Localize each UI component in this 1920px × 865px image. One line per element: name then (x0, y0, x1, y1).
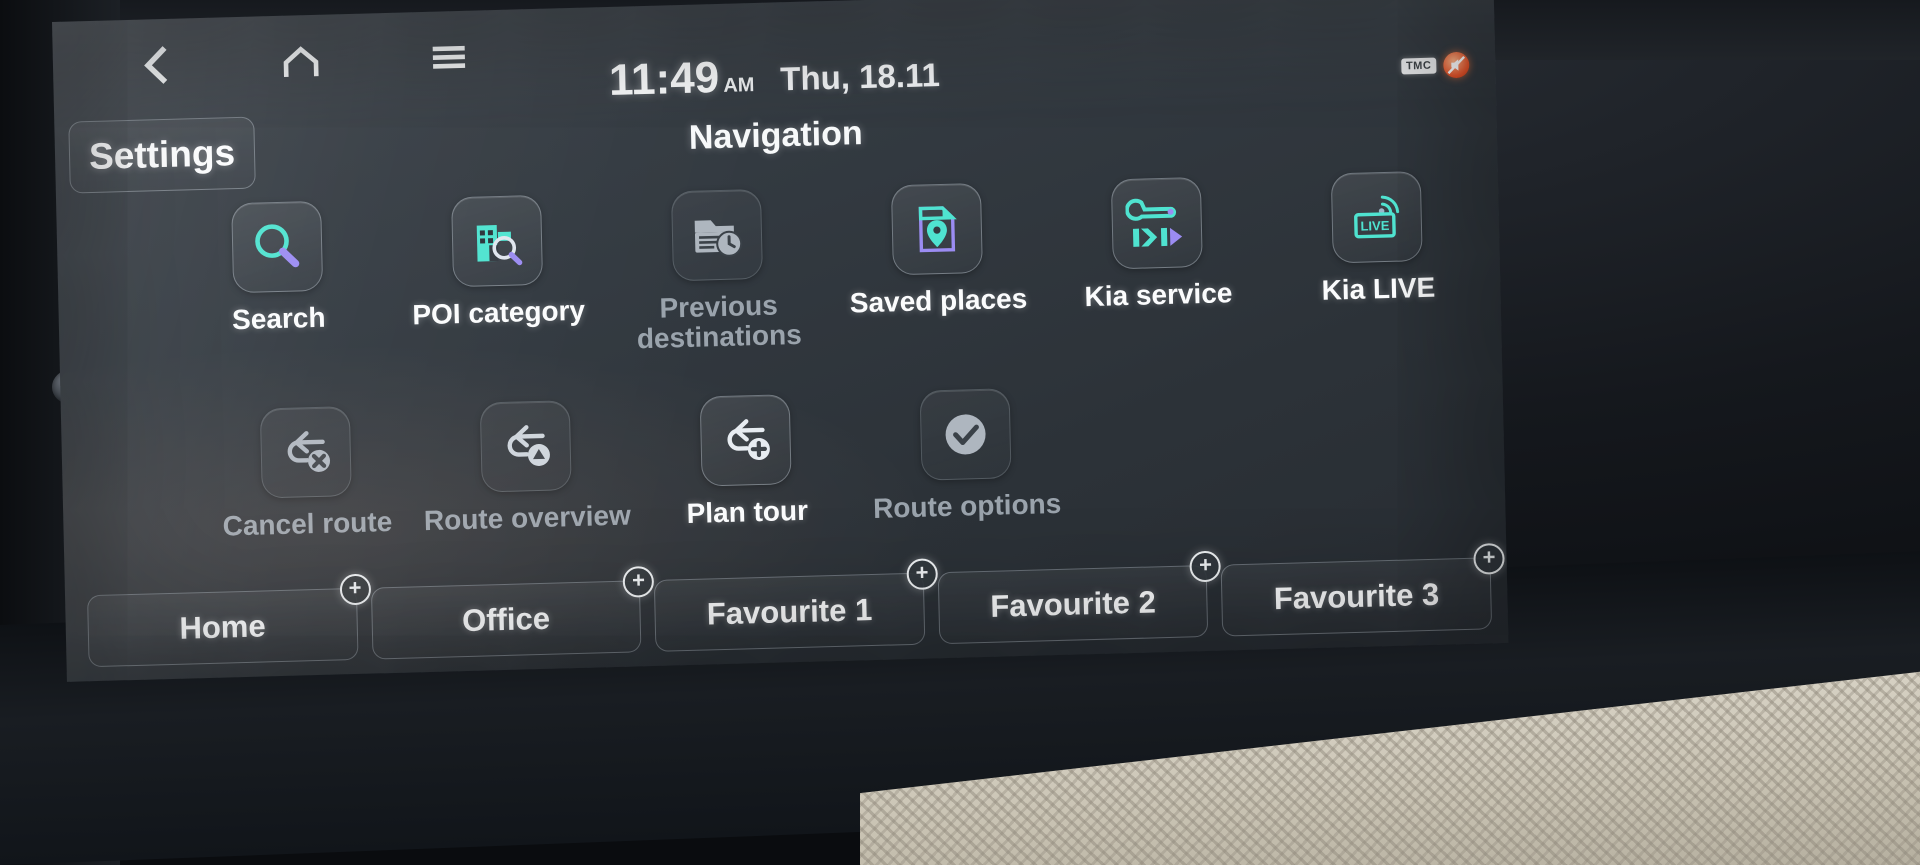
head-unit-screen: 11:49 AM Thu, 18.11 TMC Settings Navigat… (52, 0, 1509, 682)
tile-poi-category[interactable]: POI category (386, 193, 610, 361)
favourite-button-office[interactable]: Office + (370, 565, 655, 660)
poi-building-search-icon (451, 194, 544, 288)
plus-circle-icon[interactable]: + (1189, 550, 1222, 583)
plus-circle-icon[interactable]: + (622, 565, 655, 598)
tile-label: Route options (872, 487, 1062, 524)
home-icon[interactable] (281, 44, 322, 79)
favourite-label: Favourite 2 (989, 584, 1157, 624)
favourite-label: Favourite 3 (1273, 576, 1440, 617)
favourite-button-2[interactable]: Favourite 2 + (937, 550, 1222, 645)
plus-circle-icon[interactable]: + (906, 558, 938, 591)
route-overview-icon (479, 400, 572, 493)
nav-grid-row-1: Search POI category Previous destination… (166, 169, 1489, 367)
tile-label: Kia service (1084, 277, 1233, 313)
plan-tour-icon (699, 394, 792, 487)
tile-label: Cancel route (222, 505, 393, 542)
tile-label: Kia LIVE (1321, 271, 1436, 306)
favourite-button-home[interactable]: Home + (87, 573, 371, 668)
tile-label: Route overview (423, 499, 632, 537)
tile-cancel-route[interactable]: Cancel route (195, 404, 418, 542)
tile-label: Previous destinations (636, 289, 803, 355)
tile-label: POI category (412, 294, 586, 331)
tile-previous-destinations[interactable]: Previous destinations (606, 187, 830, 355)
route-options-check-icon (919, 388, 1012, 481)
cancel-route-icon (259, 405, 352, 499)
search-magnifier-icon (231, 200, 324, 294)
tile-kia-live[interactable]: LIVE Kia LIVE (1266, 169, 1490, 337)
tile-route-options[interactable]: Route options (855, 386, 1078, 524)
traffic-muted-icon (1443, 51, 1470, 79)
tmc-badge: TMC (1400, 58, 1437, 75)
tile-label: Plan tour (686, 494, 809, 529)
tile-route-overview[interactable]: Route overview (415, 398, 638, 536)
hamburger-menu-icon[interactable] (430, 43, 469, 72)
system-nav-icons (53, 35, 524, 88)
back-chevron-icon[interactable] (137, 45, 172, 86)
kia-service-wrench-icon (1110, 176, 1203, 270)
plus-circle-icon[interactable]: + (339, 573, 371, 606)
tile-saved-places[interactable]: Saved places (826, 181, 1050, 349)
favourite-label: Home (179, 608, 267, 646)
tile-search[interactable]: Search (166, 199, 390, 367)
tile-plan-tour[interactable]: Plan tour (635, 392, 858, 530)
kia-live-signal-icon: LIVE (1330, 171, 1423, 264)
nav-function-grid: Search POI category Previous destination… (166, 169, 1493, 542)
nav-grid-row-2: Cancel route Route overview Plan tour Ro… (171, 375, 1494, 543)
saved-places-document-pin-icon (890, 182, 983, 276)
tile-label: Search (231, 301, 326, 336)
favourite-label: Favourite 1 (706, 592, 873, 632)
previous-destinations-folder-clock-icon (670, 188, 764, 282)
tile-label: Saved places (849, 282, 1028, 319)
favourite-button-3[interactable]: Favourite 3 + (1220, 542, 1505, 637)
plus-circle-icon[interactable]: + (1473, 542, 1505, 575)
page-title: Navigation (688, 114, 864, 157)
favourite-label: Office (461, 600, 551, 639)
tile-kia-service[interactable]: Kia service (1046, 175, 1270, 343)
svg-text:LIVE: LIVE (1360, 218, 1390, 234)
favourite-button-1[interactable]: Favourite 1 + (653, 558, 938, 652)
